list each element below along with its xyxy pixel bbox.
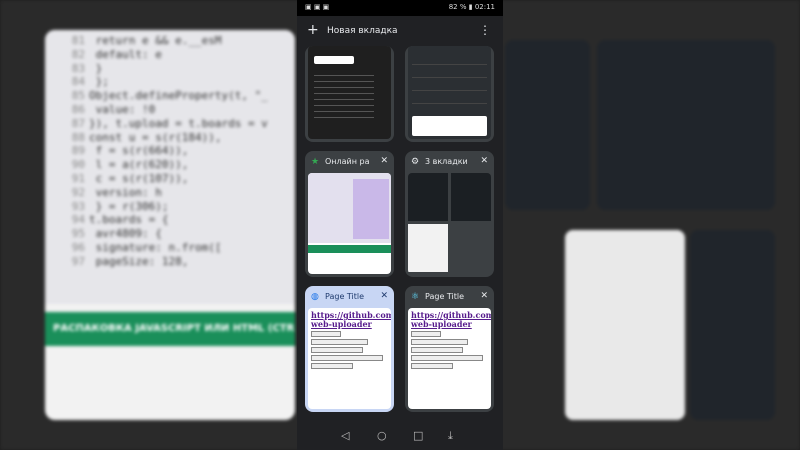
code-text: avr4809: { xyxy=(89,227,162,241)
line-number: 84 xyxy=(71,75,85,89)
code-line: 89 f = s(r(664)), xyxy=(45,144,295,158)
system-nav-bar: ◁ ○ □ ⤓ xyxy=(297,422,503,450)
tab-card-article[interactable] xyxy=(405,46,494,142)
green-star-icon: ★ xyxy=(311,157,320,167)
line-number: 96 xyxy=(71,240,85,254)
tab-thumbnail: https://github.com/dboweb-uploader xyxy=(308,308,391,409)
line-number: 91 xyxy=(71,171,85,185)
code-text: l = a(r(620)), xyxy=(89,158,189,172)
code-line: 83 } xyxy=(45,62,295,76)
code-text: f = s(r(664)), xyxy=(89,144,189,158)
close-icon[interactable]: ✕ xyxy=(380,156,388,166)
home-icon[interactable]: ○ xyxy=(377,429,387,442)
battery-level: 82 % xyxy=(448,3,467,11)
line-number: 85 xyxy=(71,89,85,103)
line-number: 87 xyxy=(71,116,85,130)
tab-card-page-1[interactable]: ◍ Page Title ✕ https://github.com/dboweb… xyxy=(305,286,394,412)
globe-icon: ◍ xyxy=(311,292,319,302)
tab-card-code[interactable] xyxy=(305,46,394,142)
code-line: 88 const u = s(r(184)), xyxy=(45,131,295,145)
code-text: const u = s(r(184)), xyxy=(89,130,222,144)
code-text: signature: n.from([ xyxy=(89,240,222,254)
tab-card-page-2[interactable]: ⚛ Page Title ✕ https://github.com/dboweb… xyxy=(405,286,494,412)
hide-nav-icon[interactable]: ⤓ xyxy=(448,429,453,443)
tab-card-group[interactable]: ⚙ 3 вкладки ✕ xyxy=(405,151,494,277)
code-text: t.boards = { xyxy=(89,213,169,227)
line-number: 92 xyxy=(71,185,85,199)
code-text: value: !0 xyxy=(89,102,156,116)
clock: 02:11 xyxy=(474,3,495,11)
background-code: 81 return e && e.__esM 82 default: e 83 } 8… xyxy=(45,30,295,304)
code-text: } xyxy=(89,61,103,75)
line-number: 86 xyxy=(71,102,85,116)
status-icons: ▣ ▣ ▣ xyxy=(305,3,330,11)
back-icon[interactable]: ◁ xyxy=(341,429,349,442)
code-line: 94 t.boards = { xyxy=(45,213,295,227)
code-text: default: e xyxy=(89,47,162,61)
more-vert-icon[interactable]: ⋮ xyxy=(479,24,491,36)
recents-icon[interactable]: □ xyxy=(413,429,423,442)
react-icon: ⚛ xyxy=(411,292,420,302)
code-text: Object.defineProperty(t, "_ xyxy=(89,89,268,103)
code-line: 84 }; xyxy=(45,75,295,89)
tab-thumbnail xyxy=(408,46,491,139)
tab-title: Page Title xyxy=(425,292,465,301)
page-link-2: web-uploader xyxy=(311,319,372,329)
phone-screen: ▣ ▣ ▣ 82 % ▮ 02:11 + Новая вкладка ⋮ ★ О… xyxy=(297,0,503,450)
tab-group-icon: ⚙ xyxy=(411,157,420,167)
line-number: 82 xyxy=(71,47,85,61)
tab-thumbnail xyxy=(308,173,391,274)
tab-card-online[interactable]: ★ Онлайн ра ✕ xyxy=(305,151,394,277)
background-code-panel: 81 return e && e.__esM 82 default: e 83 } 8… xyxy=(45,30,295,420)
background-banner: РАСПАКОВКА JAVASCRIPT ИЛИ HTML (CTRL xyxy=(45,312,295,346)
code-line: 96 signature: n.from([ xyxy=(45,241,295,255)
code-line: 93 } = r(306); xyxy=(45,200,295,214)
tab-title: Page Title xyxy=(325,292,365,301)
code-line: 90 l = a(r(620)), xyxy=(45,158,295,172)
close-icon[interactable]: ✕ xyxy=(480,156,488,166)
code-line: 85 Object.defineProperty(t, "_ xyxy=(45,89,295,103)
tab-thumbnail: https://github.com/dboweb-uploader xyxy=(408,308,491,409)
line-number: 93 xyxy=(71,199,85,213)
tab-thumbnail xyxy=(408,173,491,274)
tab-thumbnail xyxy=(308,46,391,139)
line-number: 89 xyxy=(71,144,85,158)
code-text: }), t.upload = t.boards = v xyxy=(89,116,268,130)
new-tab-button[interactable]: Новая вкладка xyxy=(327,26,398,36)
tab-title: Онлайн ра xyxy=(325,157,370,166)
code-line: 95 avr4809: { xyxy=(45,227,295,241)
code-text: version: h xyxy=(89,185,162,199)
code-text: }; xyxy=(89,75,109,89)
tab-title: 3 вкладки xyxy=(425,157,468,166)
line-number: 81 xyxy=(71,34,85,47)
code-text: c = s(r(107)), xyxy=(89,171,189,185)
code-line: 92 version: h xyxy=(45,186,295,200)
line-number: 90 xyxy=(71,158,85,172)
line-number: 83 xyxy=(71,61,85,75)
background-right-panel xyxy=(505,30,775,420)
code-line: 87 }), t.upload = t.boards = v xyxy=(45,117,295,131)
line-number: 95 xyxy=(71,227,85,241)
code-text: return e && e.__esM xyxy=(89,34,222,47)
page-link-2: web-uploader xyxy=(411,319,472,329)
code-text: } = r(306); xyxy=(89,199,169,213)
tab-switcher-toolbar: + Новая вкладка ⋮ xyxy=(297,16,503,46)
close-icon[interactable]: ✕ xyxy=(480,291,488,301)
code-line: 82 default: e xyxy=(45,48,295,62)
code-line: 91 c = s(r(107)), xyxy=(45,172,295,186)
line-number: 88 xyxy=(71,130,85,144)
close-icon[interactable]: ✕ xyxy=(380,291,388,301)
line-number: 97 xyxy=(71,254,85,268)
code-line: 97 pageSize: 128, xyxy=(45,255,295,269)
code-line: 81 return e && e.__esM xyxy=(45,34,295,48)
code-line: 86 value: !0 xyxy=(45,103,295,117)
code-text: pageSize: 128, xyxy=(89,254,189,268)
plus-icon[interactable]: + xyxy=(307,23,319,37)
line-number: 94 xyxy=(71,213,85,227)
status-bar: ▣ ▣ ▣ 82 % ▮ 02:11 xyxy=(297,0,503,16)
